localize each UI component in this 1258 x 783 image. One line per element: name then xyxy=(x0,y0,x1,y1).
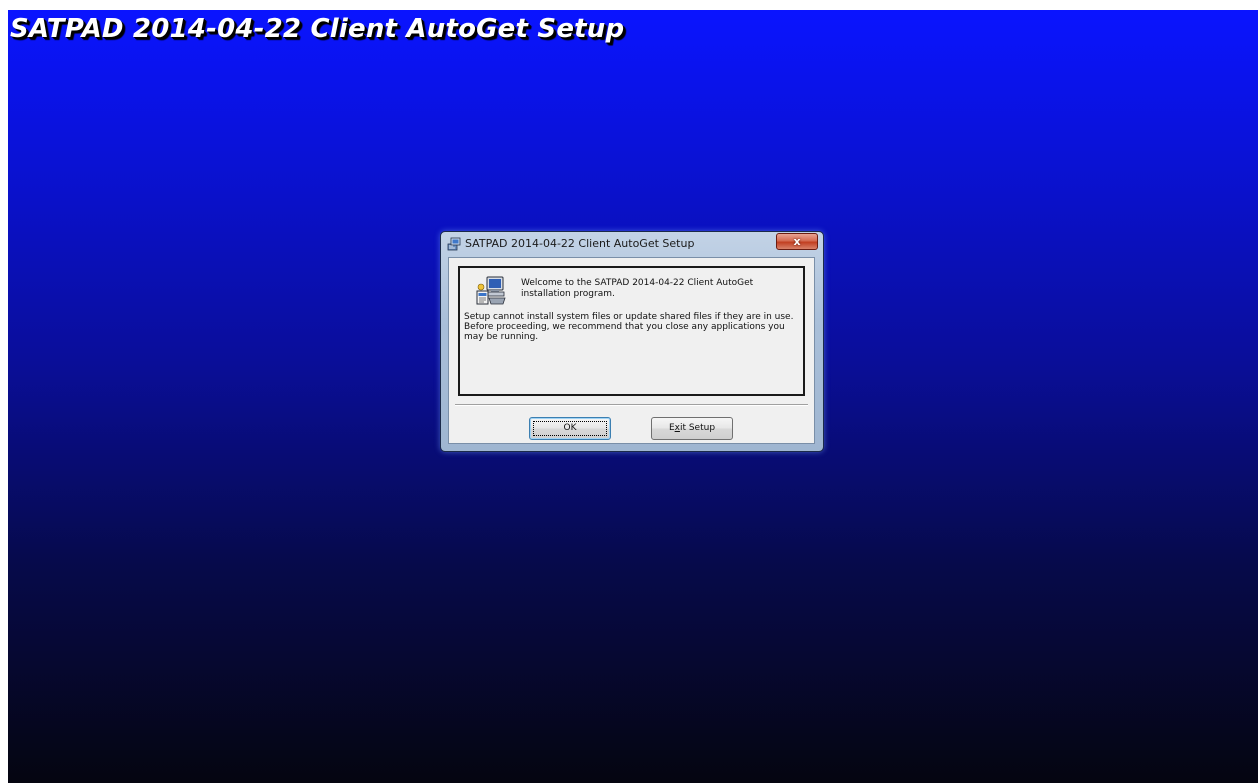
message-panel: Welcome to the SATPAD 2014-04-22 Client … xyxy=(458,266,805,396)
close-icon: x xyxy=(793,235,801,248)
dialog-client-area: Welcome to the SATPAD 2014-04-22 Client … xyxy=(448,257,815,444)
dialog-titlebar[interactable]: SATPAD 2014-04-22 Client AutoGet Setup x xyxy=(441,232,823,256)
background-title: SATPAD 2014-04-22 Client AutoGet Setup xyxy=(10,14,625,44)
exit-setup-label-suffix: it Setup xyxy=(679,423,716,433)
warning-message: Setup cannot install system files or upd… xyxy=(464,312,794,342)
setup-app-icon xyxy=(447,237,461,251)
exit-setup-button[interactable]: Exit Setup xyxy=(651,417,733,440)
dialog-title: SATPAD 2014-04-22 Client AutoGet Setup xyxy=(465,237,695,250)
ok-button-label: OK xyxy=(563,423,577,433)
ok-button[interactable]: OK xyxy=(529,417,611,440)
separator xyxy=(455,404,808,406)
welcome-message: Welcome to the SATPAD 2014-04-22 Client … xyxy=(521,278,754,299)
setup-computer-icon xyxy=(476,276,506,305)
setup-dialog: SATPAD 2014-04-22 Client AutoGet Setup x xyxy=(440,231,824,452)
close-button[interactable]: x xyxy=(776,233,818,250)
desktop-background: SATPAD 2014-04-22 Client AutoGet Setup S… xyxy=(8,10,1258,783)
